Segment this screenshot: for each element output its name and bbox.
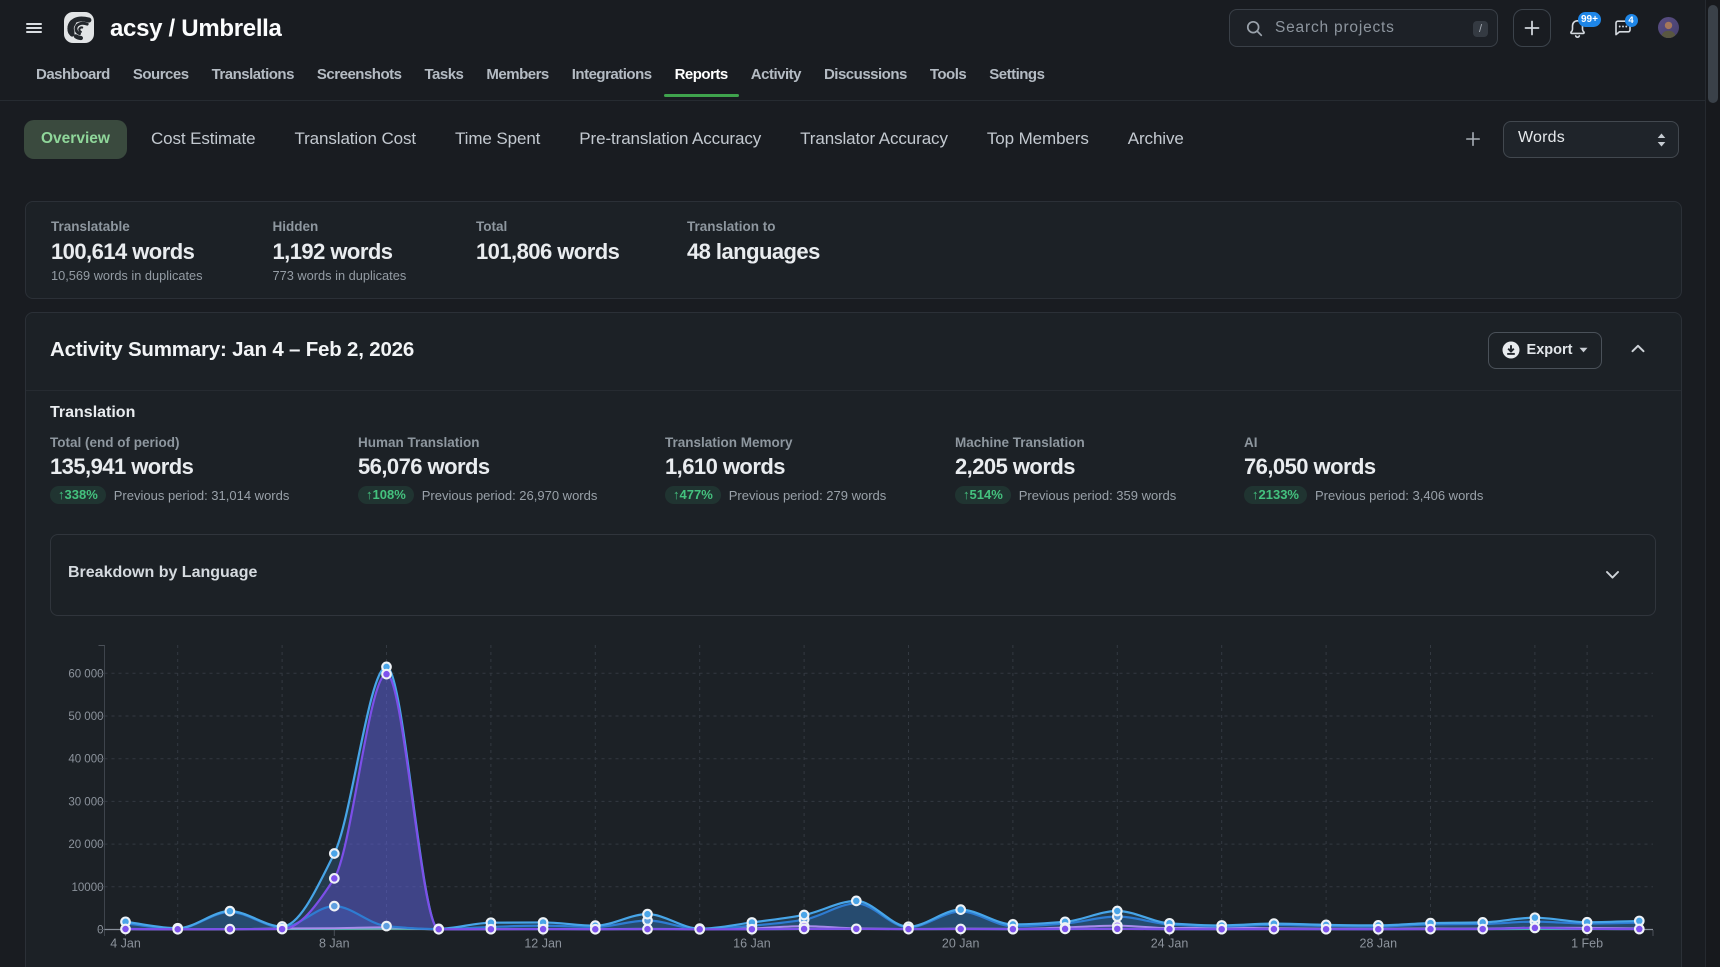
svg-text:12 Jan: 12 Jan: [524, 937, 562, 951]
svg-text:1 Feb: 1 Feb: [1571, 937, 1603, 951]
svg-text:60 000: 60 000: [68, 668, 103, 680]
svg-text:40 000: 40 000: [68, 754, 103, 766]
svg-text:8 Jan: 8 Jan: [319, 937, 350, 951]
svg-text:30 000: 30 000: [68, 796, 103, 808]
svg-text:10000: 10000: [72, 882, 104, 894]
svg-text:4 Jan: 4 Jan: [110, 937, 141, 951]
svg-text:50 000: 50 000: [68, 711, 103, 723]
svg-text:24 Jan: 24 Jan: [1151, 937, 1189, 951]
svg-text:16 Jan: 16 Jan: [733, 937, 771, 951]
svg-text:0: 0: [97, 925, 103, 937]
svg-text:20 Jan: 20 Jan: [942, 937, 980, 951]
svg-text:28 Jan: 28 Jan: [1360, 937, 1398, 951]
svg-text:20 000: 20 000: [68, 839, 103, 851]
